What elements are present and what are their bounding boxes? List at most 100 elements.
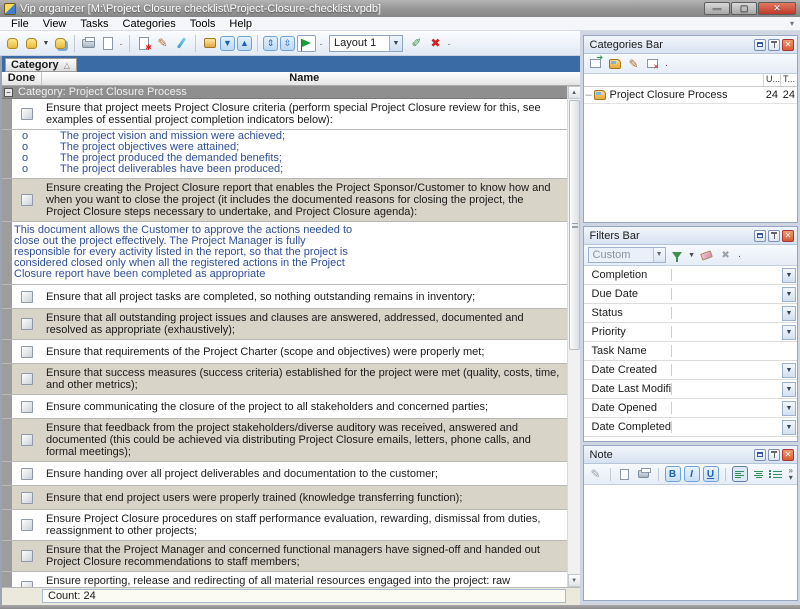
- scroll-up-icon[interactable]: ▲: [568, 86, 580, 99]
- align-left-icon[interactable]: [732, 466, 748, 482]
- task-row[interactable]: Ensure that success measures (success cr…: [2, 364, 567, 395]
- done-checkbox[interactable]: [21, 346, 33, 358]
- complete-task-icon[interactable]: [201, 35, 218, 52]
- apply-filter-dropdown-icon[interactable]: ▼: [688, 252, 696, 259]
- delete-layout-icon[interactable]: ✖: [427, 35, 444, 52]
- save-database-icon[interactable]: [52, 35, 69, 52]
- done-checkbox[interactable]: [21, 492, 33, 504]
- bullet-list-icon[interactable]: [770, 466, 786, 482]
- done-checkbox[interactable]: [21, 434, 33, 446]
- filter-dropdown-icon[interactable]: ▼: [782, 325, 796, 340]
- filter-dropdown-icon[interactable]: ▼: [782, 363, 796, 378]
- print-preview-icon[interactable]: [99, 35, 116, 52]
- toolbar-overflow-icon[interactable]: .: [446, 40, 452, 46]
- group-row[interactable]: − Category: Project Closure Process: [2, 86, 567, 99]
- group-by-category-button[interactable]: Category △: [5, 58, 77, 72]
- maximize-button[interactable]: ▢: [731, 2, 757, 15]
- layout-dropdown-icon[interactable]: ▼: [389, 36, 402, 51]
- menu-file[interactable]: File: [4, 18, 36, 30]
- menu-help[interactable]: Help: [222, 18, 259, 30]
- done-checkbox[interactable]: [21, 401, 33, 413]
- new-category-icon[interactable]: [588, 56, 604, 71]
- menu-tools[interactable]: Tools: [183, 18, 223, 30]
- new-task-icon[interactable]: ✱: [135, 35, 152, 52]
- apply-filter-icon[interactable]: [669, 248, 685, 263]
- filters-close-icon[interactable]: ✕: [782, 230, 794, 242]
- task-row[interactable]: Ensure Project Closure procedures on sta…: [2, 510, 567, 541]
- note-text-area[interactable]: [584, 485, 797, 600]
- flag-overflow-icon[interactable]: .: [318, 40, 324, 46]
- expand-all-icon[interactable]: ⇕: [263, 36, 278, 51]
- note-print-icon[interactable]: [636, 467, 652, 482]
- menu-tasks[interactable]: Tasks: [73, 18, 115, 30]
- done-checkbox[interactable]: [21, 373, 33, 385]
- done-checkbox[interactable]: [21, 468, 33, 480]
- clear-filter-icon[interactable]: [699, 248, 715, 263]
- task-row[interactable]: Ensure that requirements of the Project …: [2, 340, 567, 364]
- category-list-item[interactable]: – Project Closure Process 24 24: [584, 87, 797, 104]
- collapse-all-icon[interactable]: ⇳: [280, 36, 295, 51]
- categories-col-1[interactable]: U...: [763, 74, 780, 86]
- filter-preset-dropdown-icon[interactable]: ▼: [653, 248, 665, 262]
- task-row[interactable]: Ensure creating the Project Closure repo…: [2, 179, 567, 222]
- filter-dropdown-icon[interactable]: ▼: [782, 306, 796, 321]
- done-checkbox[interactable]: [21, 318, 33, 330]
- task-row[interactable]: Ensure that all outstanding project issu…: [2, 309, 567, 340]
- categories-overflow-icon[interactable]: .: [664, 61, 670, 67]
- column-header-name[interactable]: Name: [42, 72, 567, 85]
- task-row[interactable]: Ensure that feedback from the project st…: [2, 419, 567, 462]
- delete-filter-icon[interactable]: ✖: [718, 248, 734, 263]
- new-subcategory-icon[interactable]: [607, 56, 623, 71]
- grid-vertical-scrollbar[interactable]: ▲ ▼: [567, 86, 580, 587]
- layout-select[interactable]: Layout 1 ▼: [329, 35, 403, 52]
- task-row[interactable]: Ensure that end project users were prope…: [2, 486, 567, 510]
- filter-dropdown-icon[interactable]: ▼: [782, 268, 796, 283]
- filter-dropdown-icon[interactable]: ▼: [782, 401, 796, 416]
- collapse-group-icon[interactable]: −: [4, 88, 13, 97]
- minimize-button[interactable]: —: [704, 2, 730, 15]
- customize-layout-icon[interactable]: ✐: [408, 35, 425, 52]
- open-database-dropdown-icon[interactable]: ▼: [42, 40, 50, 47]
- italic-icon[interactable]: I: [684, 466, 700, 482]
- done-checkbox[interactable]: [21, 291, 33, 303]
- done-checkbox[interactable]: [21, 108, 33, 120]
- scrollbar-thumb[interactable]: [569, 100, 580, 350]
- done-checkbox[interactable]: [21, 194, 33, 206]
- filters-overflow-icon[interactable]: .: [737, 252, 743, 258]
- bold-icon[interactable]: B: [665, 466, 681, 482]
- task-row[interactable]: Ensure reporting, release and redirectin…: [2, 572, 567, 587]
- menu-overflow-icon[interactable]: ▾: [790, 19, 796, 28]
- task-row[interactable]: Ensure communicating the closure of the …: [2, 395, 567, 419]
- duplicate-task-icon[interactable]: [173, 35, 190, 52]
- note-overflow-icon[interactable]: »▾: [789, 467, 793, 481]
- categories-close-icon[interactable]: ✕: [782, 39, 794, 51]
- filter-dropdown-icon[interactable]: ▼: [782, 382, 796, 397]
- note-edit-icon[interactable]: ✎: [588, 467, 604, 482]
- filters-maximize-icon[interactable]: [754, 230, 766, 242]
- edit-task-icon[interactable]: ✎: [154, 35, 171, 52]
- filter-preset-select[interactable]: Custom ▼: [588, 247, 666, 263]
- done-checkbox[interactable]: [21, 519, 33, 531]
- move-down-icon[interactable]: ▼: [220, 36, 235, 51]
- note-pin-icon[interactable]: [768, 449, 780, 461]
- task-row[interactable]: Ensure that project meets Project Closur…: [2, 99, 567, 130]
- filters-pin-icon[interactable]: [768, 230, 780, 242]
- align-center-icon[interactable]: [751, 466, 767, 482]
- underline-icon[interactable]: U: [703, 466, 719, 482]
- task-row[interactable]: Ensure that the Project Manager and conc…: [2, 541, 567, 572]
- task-row[interactable]: Ensure handing over all project delivera…: [2, 462, 567, 486]
- categories-maximize-icon[interactable]: [754, 39, 766, 51]
- done-checkbox[interactable]: [21, 550, 33, 562]
- edit-category-icon[interactable]: ✎: [626, 56, 642, 71]
- note-copy-icon[interactable]: [617, 467, 633, 482]
- open-database-icon[interactable]: [23, 35, 40, 52]
- menu-view[interactable]: View: [36, 18, 74, 30]
- categories-col-2[interactable]: T...: [780, 74, 797, 86]
- scroll-down-icon[interactable]: ▼: [568, 574, 580, 587]
- print-overflow-icon[interactable]: .: [118, 40, 124, 46]
- categories-pin-icon[interactable]: [768, 39, 780, 51]
- filter-dropdown-icon[interactable]: ▼: [782, 287, 796, 302]
- menu-categories[interactable]: Categories: [116, 18, 183, 30]
- note-close-icon[interactable]: ✕: [782, 449, 794, 461]
- print-icon[interactable]: [80, 35, 97, 52]
